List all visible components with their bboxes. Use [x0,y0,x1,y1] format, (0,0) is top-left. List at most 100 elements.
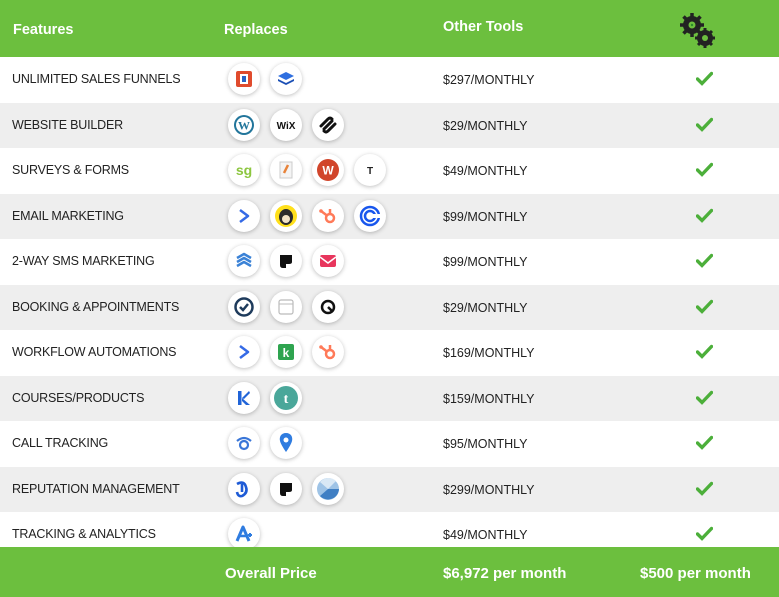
stack-chevrons-icon [228,245,260,277]
other-tools-price: $159/MONTHLY [443,391,535,406]
checkmark-icon [696,344,713,359]
podium-icon [270,472,302,505]
forms-icon [270,154,302,186]
activecampaign-icon [228,336,260,368]
table-row: COURSES/PRODUCTS t $159/MONTHLY [0,375,779,421]
hubspot-icon [312,336,344,368]
checkmark-icon [696,253,713,268]
mail-envelope-icon [312,245,344,277]
table-row: REPUTATION MANAGEMENT $299/MONTHLY [0,466,779,512]
callrail-icon [228,427,260,459]
checkmark-icon [696,117,713,132]
feature-name: WORKFLOW AUTOMATIONS [12,345,177,359]
checkmark-icon [696,162,713,177]
feature-name: CALL TRACKING [12,436,109,450]
replaced-tools: t [228,381,302,416]
replaces-column-header: Replaces [224,22,288,38]
replaced-tools [228,472,344,507]
replaced-tools [228,290,344,325]
podium-icon [270,245,302,277]
other-tools-price: $99/MONTHLY [443,255,528,269]
checkmark-icon [696,481,713,496]
clickfunnels-icon [228,63,260,95]
svg-text:k: k [283,346,290,360]
gears-logo-icon [680,13,715,48]
replaced-tools [228,199,386,234]
checkmark-icon [696,526,713,541]
replaced-tools: k [228,336,344,370]
wordpress-icon: W [228,108,260,141]
replaced-tools: sg W T [228,154,386,188]
other-tools-price: $29/MONTHLY [443,300,528,315]
features-column-header: Features [13,22,74,38]
constant-contact-icon [354,199,386,232]
other-tools-price: $299/MONTHLY [443,482,535,497]
other-tools-total: $6,972 per month [443,565,567,582]
checkmark-icon [696,299,713,314]
other-tools-price: $29/MONTHLY [443,118,528,133]
overall-price-label: Overall Price [225,565,317,582]
checkmark-icon [696,208,713,223]
wufoo-icon: W [312,154,344,186]
replaced-tools [228,427,302,461]
feature-name: SURVEYS & FORMS [12,163,129,177]
table-footer: Overall Price $6,972 per month $500 per … [0,547,779,597]
feature-name: EMAIL MARKETING [12,208,124,223]
activecampaign-icon [228,199,260,232]
layers-stack-icon [270,63,302,95]
feature-name: 2-WAY SMS MARKETING [12,254,155,268]
other-tools-price: $169/MONTHLY [443,346,535,360]
feature-name: COURSES/PRODUCTS [12,390,145,405]
svg-text:WiX: WiX [277,121,296,131]
table-row: SURVEYS & FORMS sg W T $49/MONTHLY [0,148,779,194]
kajabi-icon [228,381,260,414]
svg-text:W: W [322,164,334,178]
hubspot-icon [312,199,344,232]
svg-text:T: T [367,166,373,177]
calendar-icon [270,290,302,323]
checkmark-icon [696,435,713,450]
squarespace-icon [312,108,344,141]
acuity-icon [312,290,344,323]
other-tools-price: $49/MONTHLY [443,528,528,542]
table-row: 2-WAY SMS MARKETING $99/MONTHLY [0,239,779,285]
svg-text:sg: sg [236,162,252,178]
other-tools-price: $99/MONTHLY [443,209,528,224]
other-tools-price: $297/MONTHLY [443,73,535,87]
svg-text:t: t [284,392,289,407]
table-row: WORKFLOW AUTOMATIONS k $169/MONTHLY [0,330,779,376]
feature-name: BOOKING & APPOINTMENTS [12,299,180,314]
teachable-icon: t [270,381,302,414]
other-tools-price: $49/MONTHLY [443,164,528,178]
checkmark-icon [696,71,713,86]
wix-icon: WiX [270,108,302,141]
birdeye-icon [228,472,260,505]
features-table-body: UNLIMITED SALES FUNNELS $297/MONTHLY WEB… [0,57,779,558]
table-row: CALL TRACKING $95/MONTHLY [0,421,779,467]
replaced-tools: W WiX [228,108,344,143]
table-row: EMAIL MARKETING $99/MONTHLY [0,193,779,239]
table-header: Features Replaces Other Tools [0,0,779,57]
mailchimp-icon [270,199,302,232]
analytics-a-icon [228,518,260,550]
other-tools-column-header: Other Tools [443,19,524,35]
clock-check-icon [228,290,260,323]
typeform-icon: T [354,154,386,186]
our-price-total: $500 per month [640,565,751,582]
replaced-tools [228,63,302,97]
surveygizmo-icon: sg [228,154,260,186]
other-tools-price: $95/MONTHLY [443,437,528,451]
table-row: UNLIMITED SALES FUNNELS $297/MONTHLY [0,57,779,103]
feature-name: REPUTATION MANAGEMENT [12,481,180,496]
keap-icon: k [270,336,302,368]
feature-name: UNLIMITED SALES FUNNELS [12,72,181,86]
table-row: BOOKING & APPOINTMENTS $29/MONTHLY [0,284,779,330]
svg-text:W: W [238,118,250,132]
feature-name: WEBSITE BUILDER [12,117,123,132]
feature-name: TRACKING & ANALYTICS [12,527,156,541]
table-row: WEBSITE BUILDER W WiX $29/MONTHLY [0,102,779,148]
replaced-tools [228,245,344,279]
pie-slice-icon [312,472,344,505]
checkmark-icon [696,390,713,405]
map-pin-icon [270,427,302,459]
